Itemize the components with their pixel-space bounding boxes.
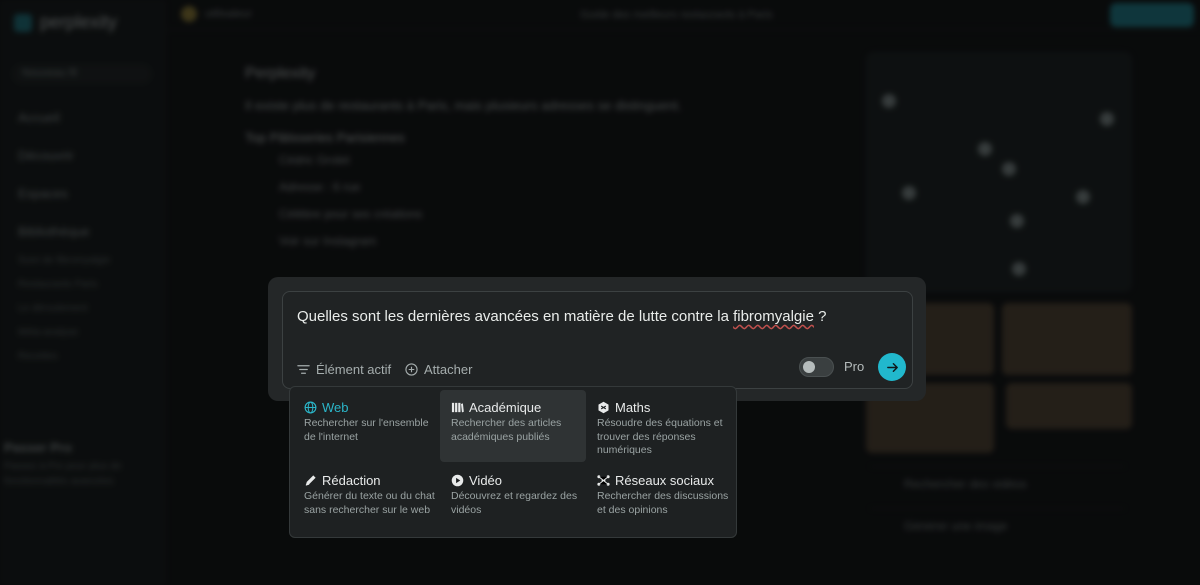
query-text-start: Quelles sont les dernières avancées en m… xyxy=(297,308,734,325)
focus-option-title: Académique xyxy=(469,399,542,415)
query-input[interactable]: Quelles sont les dernières avancées en m… xyxy=(282,291,913,389)
focus-option-social[interactable]: Réseaux sociaux Rechercher des discussio… xyxy=(586,463,732,535)
focus-option-desc: Générer du texte ou du chat sans recherc… xyxy=(304,490,435,516)
focus-option-desc: Rechercher des discussions et des opinio… xyxy=(597,490,729,516)
focus-option-desc: Découvrez et regardez des vidéos xyxy=(451,490,578,516)
focus-option-title: Maths xyxy=(615,399,651,415)
pro-toggle-label: Pro xyxy=(844,359,865,374)
attach-button-label: Attacher xyxy=(424,361,473,377)
library-icon xyxy=(451,402,464,412)
focus-option-maths[interactable]: Maths Résoudre des équations et trouver … xyxy=(586,390,732,462)
focus-button-label: Élément actif xyxy=(316,361,392,377)
network-icon xyxy=(597,474,610,486)
focus-option-video[interactable]: Vidéo Découvrez et regardez des vidéos xyxy=(440,463,586,535)
focus-option-web[interactable]: Web Rechercher sur l'ensemble de l'inter… xyxy=(293,390,439,462)
misspelled-word[interactable]: fibromyalgie xyxy=(733,308,814,325)
focus-option-desc: Rechercher des articles académiques publ… xyxy=(451,417,562,443)
focus-option-title: Rédaction xyxy=(322,472,381,488)
focus-option-title: Web xyxy=(322,399,349,415)
composer-panel: Quelles sont les dernières avancées en m… xyxy=(268,277,926,401)
arrow-right-icon xyxy=(886,362,898,372)
query-text-end: ? xyxy=(813,308,827,325)
focus-option-title: Vidéo xyxy=(469,472,503,488)
focus-option-academic[interactable]: Académique Rechercher des articles acadé… xyxy=(440,390,586,462)
filter-icon xyxy=(297,364,310,374)
focus-button[interactable]: Élément actif xyxy=(297,360,391,378)
focus-option-writing[interactable]: Rédaction Générer du texte ou du chat sa… xyxy=(293,463,439,535)
focus-option-desc: Rechercher sur l'ensemble de l'internet xyxy=(304,417,429,443)
globe-icon xyxy=(304,401,317,413)
attach-button[interactable]: Attacher xyxy=(405,360,472,378)
query-text[interactable]: Quelles sont les dernières avancées en m… xyxy=(297,308,826,325)
toggle-knob xyxy=(803,361,815,373)
submit-button[interactable] xyxy=(878,353,906,381)
focus-option-desc: Résoudre des équations et trouver des ré… xyxy=(597,417,723,456)
focus-option-title: Réseaux sociaux xyxy=(615,472,714,488)
pencil-icon xyxy=(305,474,316,486)
pro-toggle[interactable] xyxy=(799,357,834,377)
math-icon xyxy=(598,401,609,413)
focus-menu: Web Rechercher sur l'ensemble de l'inter… xyxy=(289,386,737,538)
play-icon xyxy=(451,474,464,486)
plus-circle-icon xyxy=(405,362,418,376)
